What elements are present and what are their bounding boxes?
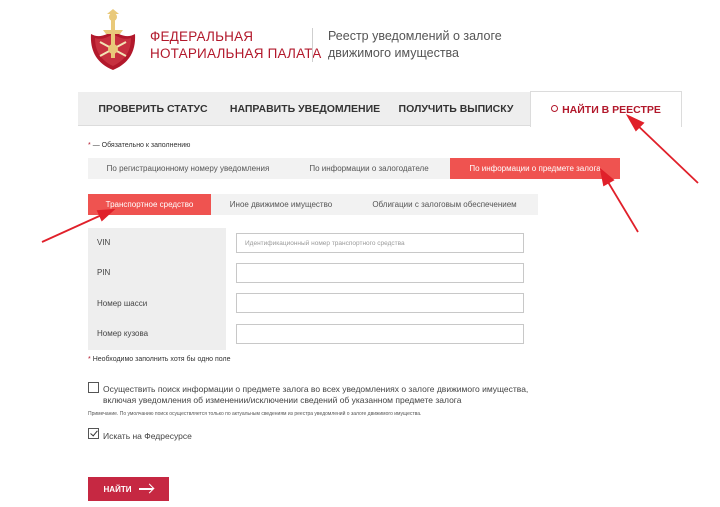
required-asterisk: * [88, 142, 91, 149]
registry-title-line1: Реестр уведомлений о залоге [328, 29, 502, 43]
at-least-one-asterisk: * [88, 356, 91, 363]
body-number-label: Номер кузова [97, 329, 149, 338]
pin-input[interactable] [236, 263, 524, 283]
registry-title-line2: движимого имущества [328, 46, 460, 60]
search-icon [551, 105, 559, 112]
header-divider [312, 28, 313, 62]
pin-label: PIN [97, 268, 111, 277]
chassis-number-label: Номер шасси [97, 299, 148, 308]
find-button-label: НАЙТИ [103, 484, 132, 494]
tab-other-property[interactable]: Иное движимое имущество [211, 194, 351, 215]
nav-find-in-registry[interactable]: НАЙТИ В РЕЕСТРЕ [530, 91, 682, 127]
chassis-number-input[interactable] [236, 293, 524, 313]
property-category-tabs: Транспортное средство Иное движимое имущ… [88, 194, 538, 215]
main-nav: ПРОВЕРИТЬ СТАТУС НАПРАВИТЬ УВЕДОМЛЕНИЕ П… [78, 91, 682, 127]
fedresurs-label[interactable]: Искать на Федресурсе [103, 431, 192, 442]
arrow-right-icon [139, 488, 154, 490]
required-note: * — Обязательно к заполнению [88, 142, 190, 149]
tab-by-subject[interactable]: По информации о предмете залога [450, 158, 620, 179]
vin-label: VIN [97, 238, 111, 247]
body-number-input[interactable] [236, 324, 524, 344]
organization-name-line1: ФЕДЕРАЛЬНАЯ [150, 29, 254, 44]
vin-input[interactable] [236, 233, 524, 253]
required-note-text: — Обязательно к заполнению [92, 142, 191, 149]
nav-find-in-registry-label: НАЙТИ В РЕЕСТРЕ [562, 103, 661, 116]
at-least-one-text: Необходимо заполнить хотя бы одно поле [92, 356, 231, 363]
find-button[interactable]: НАЙТИ [88, 477, 169, 501]
search-note: Примечание. По умолчанию поиск осуществл… [88, 411, 422, 417]
search-all-notices-label[interactable]: Осуществить поиск информации о предмете … [103, 384, 528, 406]
search-all-notices-label-line2: включая уведомления об изменении/исключе… [103, 395, 462, 405]
search-all-notices-label-line1: Осуществить поиск информации о предмете … [103, 384, 529, 394]
search-mode-tabs: По регистрационному номеру уведомления П… [88, 158, 620, 179]
tab-by-reg-number[interactable]: По регистрационному номеру уведомления [88, 158, 288, 179]
tab-bonds[interactable]: Облигации с залоговым обеспечением [351, 194, 538, 215]
annotation-arrow-subject-tab [599, 167, 639, 233]
tab-vehicle[interactable]: Транспортное средство [88, 194, 211, 215]
nav-send-notice[interactable]: НАПРАВИТЬ УВЕДОМЛЕНИЕ [228, 92, 382, 126]
search-all-notices-checkbox[interactable] [88, 382, 99, 393]
notary-chamber-emblem-icon [90, 9, 136, 70]
nav-check-status[interactable]: ПРОВЕРИТЬ СТАТУС [78, 92, 228, 126]
registry-title: Реестр уведомлений о залоге движимого им… [328, 28, 502, 62]
nav-get-extract[interactable]: ПОЛУЧИТЬ ВЫПИСКУ [382, 92, 530, 126]
at-least-one-note: * Необходимо заполнить хотя бы одно поле [88, 356, 231, 363]
fedresurs-checkbox[interactable] [88, 428, 99, 439]
organization-name[interactable]: ФЕДЕРАЛЬНАЯ НОТАРИАЛЬНАЯ ПАЛАТА [150, 28, 321, 62]
tab-by-pledgor[interactable]: По информации о залогодателе [288, 158, 450, 179]
organization-name-line2: НОТАРИАЛЬНАЯ ПАЛАТА [150, 46, 322, 61]
